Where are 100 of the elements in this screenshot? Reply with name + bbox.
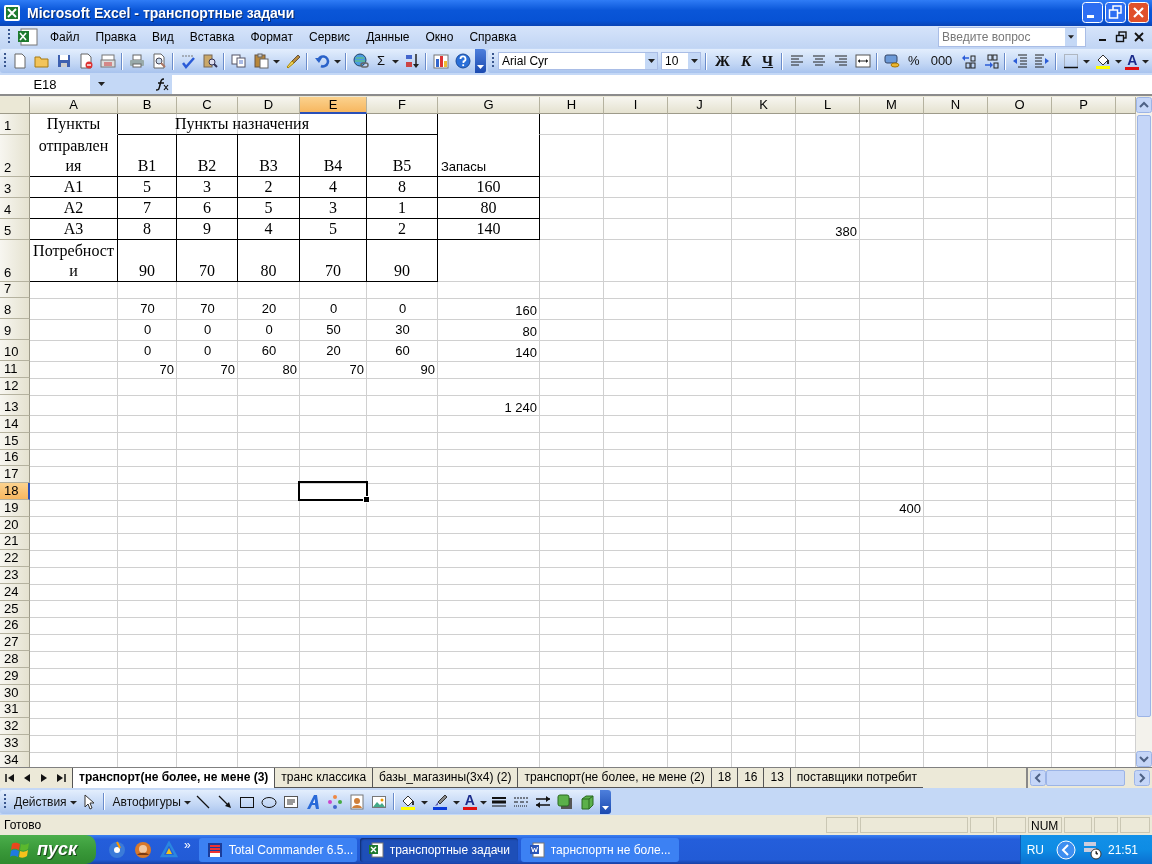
clip-art-icon[interactable] — [349, 793, 366, 810]
row-header[interactable]: 34 — [0, 752, 30, 768]
arrow-icon[interactable] — [217, 793, 234, 810]
shadow-icon[interactable] — [557, 793, 574, 810]
toolbar-menu-button[interactable]: Автофигуры — [108, 792, 181, 811]
toolbar-button[interactable]: % — [904, 52, 924, 71]
menu-item[interactable]: Формат — [242, 27, 302, 46]
column-header[interactable]: E — [300, 96, 367, 114]
row-header[interactable]: 33 — [0, 735, 30, 752]
wordart-icon[interactable] — [305, 793, 322, 810]
picture-icon[interactable] — [371, 793, 388, 810]
row-header[interactable]: 10 — [0, 340, 30, 362]
menu-item[interactable]: Окно — [417, 27, 462, 46]
row-header[interactable]: 29 — [0, 668, 30, 685]
scroll-thumb[interactable] — [1046, 770, 1126, 787]
scroll-left-icon[interactable] — [1030, 770, 1046, 787]
row-header[interactable]: 28 — [0, 651, 30, 668]
minimize-icon[interactable] — [1082, 2, 1103, 24]
row-header[interactable]: 4 — [0, 197, 30, 219]
help-icon[interactable] — [454, 53, 471, 70]
globe-link-icon[interactable] — [352, 53, 369, 70]
restore-icon[interactable] — [1105, 2, 1126, 24]
font-color-button[interactable]: A — [1125, 52, 1140, 70]
scroll-down-icon[interactable] — [1136, 751, 1152, 768]
column-header[interactable]: C — [177, 96, 238, 114]
fill-color-icon[interactable] — [1094, 53, 1111, 70]
printer-icon[interactable] — [128, 53, 145, 70]
column-header[interactable]: N — [924, 96, 988, 114]
scroll-right-icon[interactable] — [1134, 770, 1150, 787]
column-header[interactable]: G — [438, 96, 540, 114]
row-header[interactable]: 24 — [0, 584, 30, 601]
increase-indent-icon[interactable] — [1033, 53, 1050, 70]
toolbar-button[interactable]: Σ — [373, 52, 390, 71]
menu-item[interactable]: Вставка — [181, 27, 243, 46]
row-header[interactable]: 22 — [0, 550, 30, 568]
column-header[interactable]: O — [988, 96, 1052, 114]
column-header[interactable]: P — [1052, 96, 1116, 114]
column-header[interactable]: A — [30, 96, 118, 114]
row-header[interactable]: 1 — [0, 113, 30, 135]
menu-item[interactable]: Файл — [42, 27, 88, 46]
column-header[interactable]: J — [668, 96, 732, 114]
vertical-scrollbar[interactable] — [1136, 96, 1152, 768]
taskbar-button[interactable]: транспортные задачи — [359, 837, 518, 862]
row-header[interactable]: 13 — [0, 395, 30, 417]
help-search-field[interactable]: Введите вопрос — [938, 26, 1086, 47]
workbook-icon[interactable] — [17, 27, 39, 46]
row-header[interactable]: 3 — [0, 176, 30, 198]
toolbar-options-button[interactable] — [475, 49, 487, 74]
menu-item[interactable]: Сервис — [301, 27, 359, 46]
row-header[interactable]: 11 — [0, 361, 30, 379]
triangle-logo-icon[interactable] — [160, 840, 178, 859]
research-icon[interactable] — [201, 53, 218, 70]
column-header[interactable]: I — [604, 96, 668, 114]
column-header[interactable]: L — [796, 96, 860, 114]
cube-icon[interactable] — [579, 793, 596, 810]
spell-check-icon[interactable] — [179, 53, 196, 70]
network-icon[interactable] — [1081, 839, 1102, 860]
text-box-icon[interactable] — [283, 793, 300, 810]
taskbar-button[interactable]: Total Commander 6.5... — [198, 837, 357, 862]
menu-item[interactable]: Данные — [358, 27, 418, 46]
chevron-left-icon[interactable] — [1055, 839, 1076, 860]
currency-icon[interactable] — [883, 53, 900, 70]
row-header[interactable]: 9 — [0, 319, 30, 341]
row-header[interactable]: 18 — [0, 483, 30, 501]
clipboard-icon[interactable] — [252, 53, 269, 70]
font-color-button[interactable]: A — [462, 793, 477, 811]
more-items-button[interactable]: » — [184, 838, 191, 852]
row-header[interactable]: 19 — [0, 500, 30, 517]
row-header[interactable]: 12 — [0, 378, 30, 396]
grip-handle-icon[interactable] — [7, 27, 11, 46]
row-header[interactable]: 17 — [0, 466, 30, 484]
row-header[interactable]: 2 — [0, 134, 30, 177]
merge-center-icon[interactable] — [854, 53, 871, 70]
decrease-indent-icon[interactable] — [1011, 53, 1028, 70]
language-indicator[interactable]: RU — [1026, 842, 1044, 857]
toolbar-menu-button[interactable]: Действия — [10, 792, 67, 811]
row-header[interactable]: 14 — [0, 416, 30, 433]
arrow-style-icon[interactable] — [535, 793, 552, 810]
undo-icon[interactable] — [313, 53, 330, 70]
column-header[interactable]: D — [238, 96, 300, 114]
cell-cursor[interactable] — [298, 481, 368, 502]
close-icon[interactable] — [1133, 30, 1145, 43]
row-header[interactable]: 5 — [0, 218, 30, 240]
increase-decimal-icon[interactable] — [960, 53, 977, 70]
new-document-icon[interactable] — [11, 53, 28, 70]
function-icon[interactable] — [155, 77, 169, 92]
sheet-tab[interactable]: транспорт(не более, не мене (3) — [72, 768, 275, 789]
font-size-dropdown[interactable]: 10 — [661, 52, 702, 71]
italic-button[interactable]: К — [736, 52, 756, 71]
restore-icon[interactable] — [1115, 30, 1127, 43]
row-header[interactable]: 23 — [0, 567, 30, 585]
column-header[interactable]: H — [540, 96, 604, 114]
row-header[interactable]: 6 — [0, 239, 30, 282]
fill-color-icon[interactable] — [400, 793, 417, 810]
column-header[interactable]: B — [118, 96, 177, 114]
paintbrush-icon[interactable] — [284, 53, 301, 70]
row-header[interactable]: 8 — [0, 298, 30, 320]
scroll-thumb[interactable] — [1137, 114, 1151, 717]
menu-item[interactable]: Вид — [144, 27, 182, 46]
column-header[interactable]: F — [367, 96, 438, 114]
